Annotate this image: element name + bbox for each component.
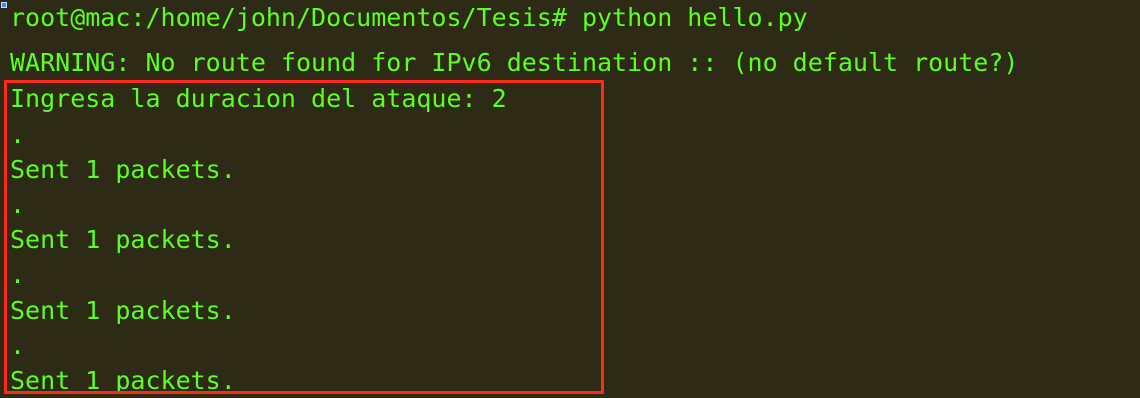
terminal-warning-line: WARNING: No route found for IPv6 destina… — [10, 48, 1019, 77]
red-highlight-box — [4, 80, 604, 394]
terminal-window[interactable]: root@mac:/home/john/Documentos/Tesis# py… — [0, 0, 1140, 398]
terminal-cursor-marker — [1, 2, 7, 8]
terminal-prompt-line: root@mac:/home/john/Documentos/Tesis# py… — [10, 3, 808, 32]
